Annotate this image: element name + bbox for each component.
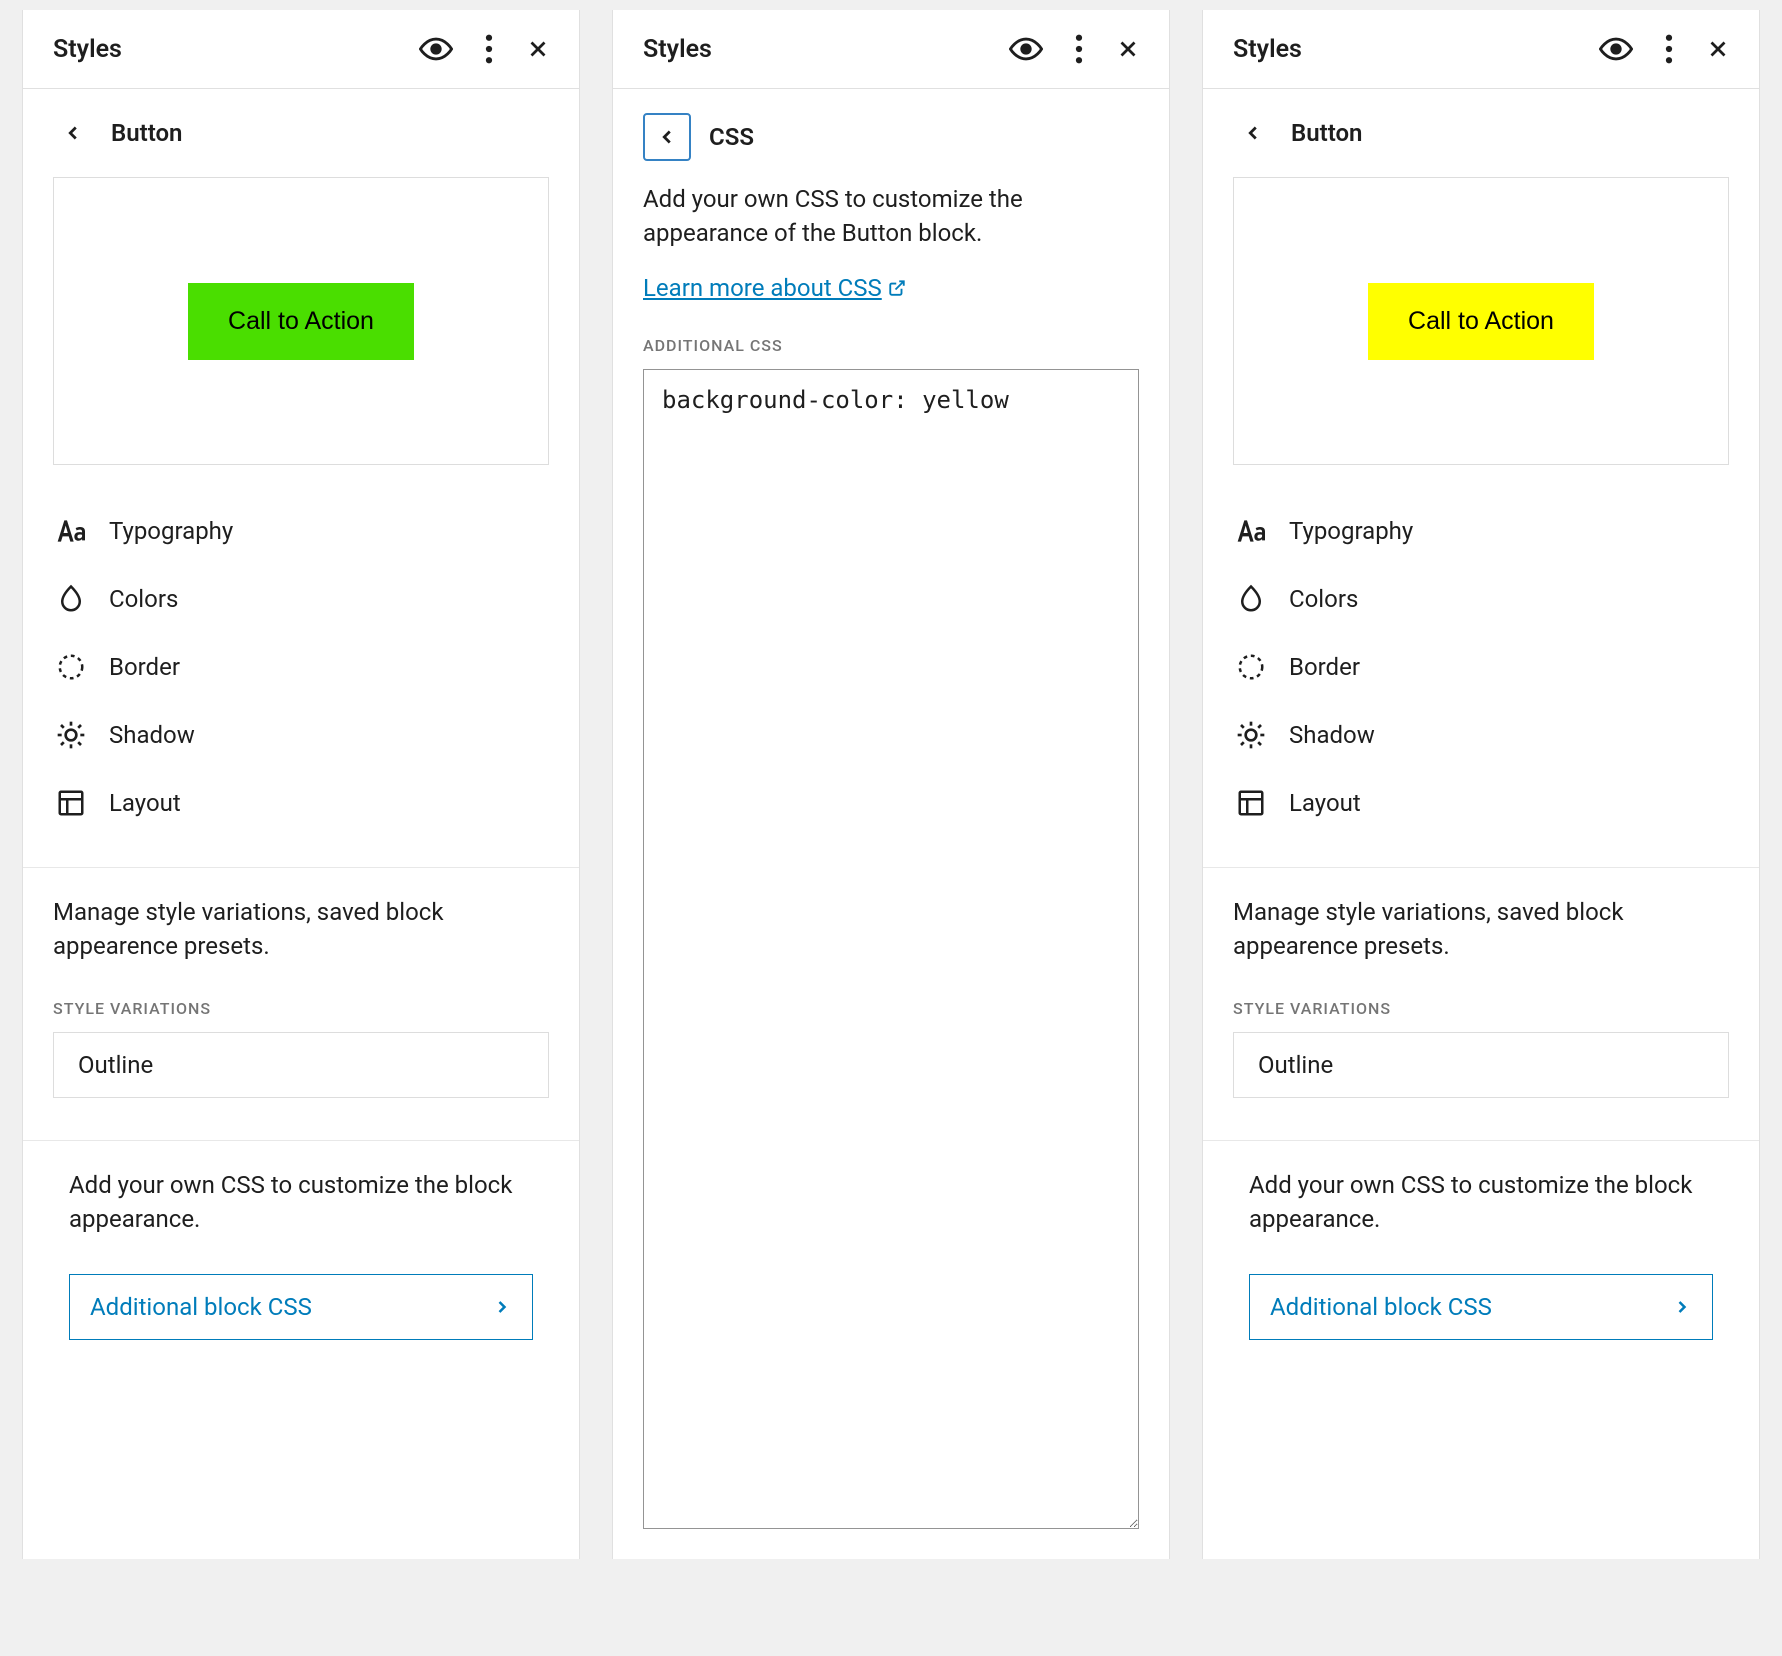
style-item-shadow[interactable]: Shadow [53,701,549,769]
style-list: Typography Colors Border Shadow Layout [23,465,579,855]
back-button[interactable] [53,113,93,153]
close-icon[interactable] [1113,34,1143,64]
style-item-layout[interactable]: Layout [1233,769,1729,837]
sub-header: CSS [613,89,1169,171]
css-description: Add your own CSS to customize the block … [23,1141,579,1244]
style-item-colors[interactable]: Colors [53,565,549,633]
colors-icon [53,581,89,617]
border-icon [1233,649,1269,685]
css-description: Add your own CSS to customize the appear… [613,171,1169,250]
additional-css-heading: ADDITIONAL CSS [613,302,1169,369]
learn-more-link[interactable]: Learn more about CSS [643,274,1139,302]
colors-icon [1233,581,1269,617]
stylebook-icon[interactable] [417,30,455,68]
style-item-label: Typography [109,517,233,545]
css-screen-title: CSS [709,123,754,151]
preview-box: Call to Action [1233,177,1729,465]
sub-header: Button [1203,89,1759,163]
preview-button[interactable]: Call to Action [1368,283,1594,360]
style-item-layout[interactable]: Layout [53,769,549,837]
block-name: Button [1291,119,1362,147]
block-name: Button [111,119,182,147]
style-item-typography[interactable]: Typography [1233,497,1729,565]
external-link-icon [888,279,906,297]
sub-header: Button [23,89,579,163]
style-list: Typography Colors Border Shadow Layout [1203,465,1759,855]
style-item-border[interactable]: Border [1233,633,1729,701]
layout-icon [53,785,89,821]
style-item-label: Layout [109,789,181,817]
chevron-right-icon [492,1297,512,1317]
chevron-right-icon [1672,1297,1692,1317]
shadow-icon [53,717,89,753]
more-menu-icon[interactable] [483,32,495,66]
style-item-label: Layout [1289,789,1361,817]
additional-css-nav[interactable]: Additional block CSS [69,1274,533,1340]
styles-panel-center: Styles CSS Add your own CSS to customize… [612,10,1170,1559]
close-icon[interactable] [523,34,553,64]
panel-header: Styles [1203,10,1759,89]
typography-icon [1233,513,1269,549]
variation-option[interactable]: Outline [53,1032,549,1098]
style-item-label: Typography [1289,517,1413,545]
style-item-label: Colors [109,585,178,613]
style-item-label: Colors [1289,585,1358,613]
style-item-label: Border [1289,653,1360,681]
variations-heading: STYLE VARIATIONS [1203,971,1759,1032]
panel-header: Styles [613,10,1169,89]
layout-icon [1233,785,1269,821]
panel-title: Styles [643,35,712,64]
styles-panel-left: Styles Button Call to Action Typography [22,10,580,1559]
border-icon [53,649,89,685]
learn-more-label: Learn more about CSS [643,274,882,302]
more-menu-icon[interactable] [1073,32,1085,66]
panel-title: Styles [1233,35,1302,64]
more-menu-icon[interactable] [1663,32,1675,66]
shadow-icon [1233,717,1269,753]
stylebook-icon[interactable] [1597,30,1635,68]
additional-css-nav[interactable]: Additional block CSS [1249,1274,1713,1340]
style-item-label: Shadow [109,721,195,749]
variations-heading: STYLE VARIATIONS [23,971,579,1032]
back-button[interactable] [643,113,691,161]
style-item-shadow[interactable]: Shadow [1233,701,1729,769]
back-button[interactable] [1233,113,1273,153]
typography-icon [53,513,89,549]
styles-panel-right: Styles Button Call to Action Typography [1202,10,1760,1559]
css-nav-label: Additional block CSS [1270,1293,1492,1321]
stylebook-icon[interactable] [1007,30,1045,68]
style-item-colors[interactable]: Colors [1233,565,1729,633]
style-item-label: Border [109,653,180,681]
panel-title: Styles [53,35,122,64]
style-item-label: Shadow [1289,721,1375,749]
panel-header-actions [1007,30,1143,68]
preview-box: Call to Action [53,177,549,465]
style-item-typography[interactable]: Typography [53,497,549,565]
panel-header-actions [417,30,553,68]
css-nav-label: Additional block CSS [90,1293,312,1321]
panel-header: Styles [23,10,579,89]
close-icon[interactable] [1703,34,1733,64]
variation-option[interactable]: Outline [1233,1032,1729,1098]
variations-description: Manage style variations, saved block app… [1203,868,1759,971]
preview-button[interactable]: Call to Action [188,283,414,360]
variations-description: Manage style variations, saved block app… [23,868,579,971]
panel-header-actions [1597,30,1733,68]
style-item-border[interactable]: Border [53,633,549,701]
css-textarea[interactable] [643,369,1139,1529]
css-description: Add your own CSS to customize the block … [1203,1141,1759,1244]
